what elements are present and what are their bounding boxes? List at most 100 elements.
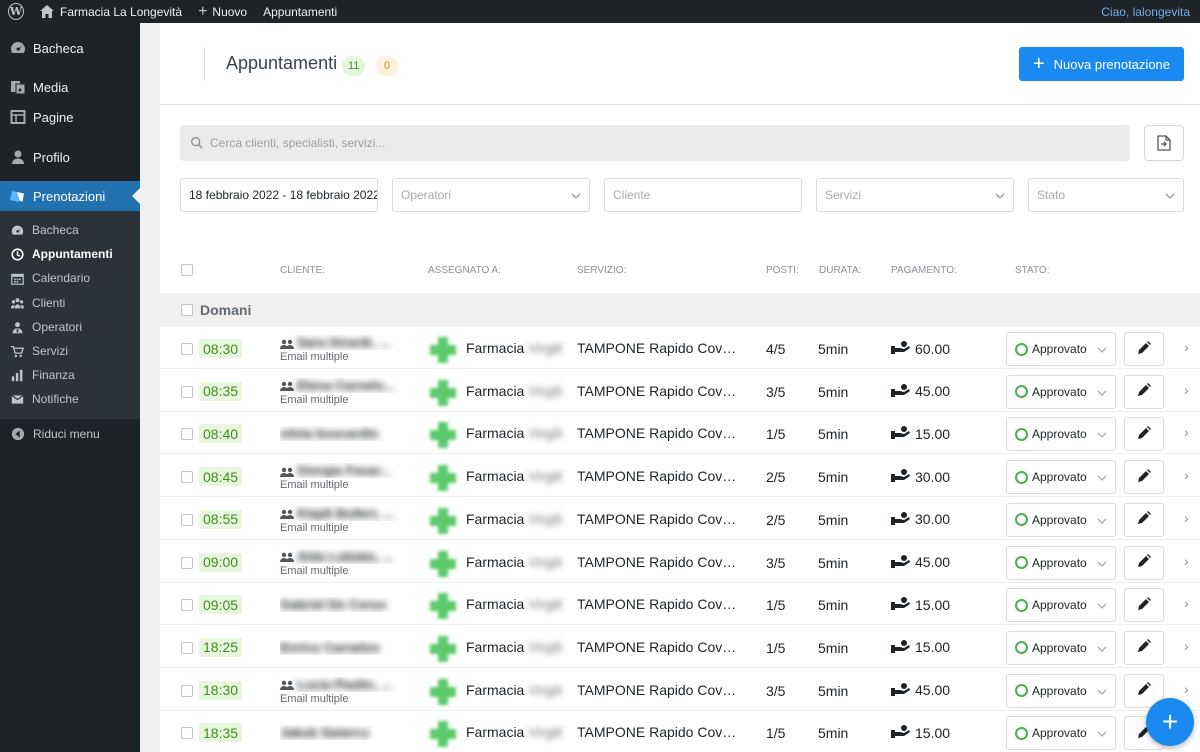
status-dropdown[interactable]: Approvato [1006, 332, 1116, 366]
row-checkbox[interactable] [181, 641, 193, 654]
table-row[interactable]: 18:30 Lucia Paolin, ... Email multiple Farm… [160, 668, 1200, 711]
chevron-right-icon[interactable]: › [1184, 595, 1189, 611]
status-dropdown[interactable]: Approvato [1006, 716, 1116, 751]
table-row[interactable]: 09:00 Aida Lubiato, ... Email multiple Farm… [160, 540, 1200, 583]
column-service: SERVIZIO: [577, 265, 627, 276]
column-client: CLIENTE: [280, 265, 326, 276]
collapse-arrow-icon [10, 426, 26, 442]
client-email: Email multiple [280, 351, 349, 363]
select-all-checkbox[interactable] [181, 264, 193, 276]
status-filter[interactable]: Stato [1028, 178, 1184, 212]
client-filter[interactable]: Cliente [604, 178, 802, 212]
edit-button[interactable] [1124, 502, 1164, 537]
client-name[interactable]: Gabriel De Corso [280, 597, 405, 612]
services-filter[interactable]: Servizi [816, 178, 1014, 212]
date-group-header: Domani [160, 293, 1200, 327]
client-name[interactable]: Aida Lubiato, ... [280, 549, 405, 564]
table-row[interactable]: 08:40 silvia boscardin Farmacia Virgili TAM… [160, 412, 1200, 455]
group-checkbox[interactable] [181, 304, 193, 316]
row-checkbox[interactable] [181, 471, 193, 484]
row-checkbox[interactable] [181, 727, 193, 740]
row-checkbox[interactable] [181, 599, 193, 612]
chevron-right-icon[interactable]: › [1184, 339, 1189, 355]
sidebar-item-dashboard[interactable]: Bacheca [0, 33, 140, 63]
table-row[interactable]: 08:55 Klajdi Bulleri, ... Email multiple Fa… [160, 497, 1200, 540]
sidebar-item-bookings[interactable]: Prenotazioni [0, 181, 140, 211]
edit-button[interactable] [1124, 630, 1164, 665]
status-dropdown[interactable]: Approvato [1006, 460, 1116, 495]
chevron-right-icon[interactable]: › [1184, 467, 1189, 483]
status-dropdown[interactable]: Approvato [1006, 374, 1116, 409]
chevron-right-icon[interactable]: › [1184, 510, 1189, 526]
payment-hand-icon [891, 340, 915, 357]
client-name[interactable]: Jakub Swiercz [280, 725, 405, 740]
table-row[interactable]: 08:45 Giorgia Favar... Email multiple Farma… [160, 455, 1200, 498]
chevron-right-icon[interactable]: › [1184, 681, 1189, 697]
table-row[interactable]: 08:30 Sara Girardi, ... Email multiple Farm… [160, 327, 1200, 369]
chevron-right-icon[interactable]: › [1184, 382, 1189, 398]
submenu-item-dashboard[interactable]: Bacheca [0, 218, 140, 242]
sidebar-item-pages[interactable]: Pagine [0, 102, 140, 132]
client-name[interactable]: Giorgia Favar... [280, 463, 405, 478]
edit-button[interactable] [1124, 374, 1164, 409]
submenu-item-appointments[interactable]: Appuntamenti [0, 242, 140, 266]
submenu-item-calendar[interactable]: Calendario [0, 266, 140, 290]
row-checkbox[interactable] [181, 684, 193, 697]
edit-button[interactable] [1124, 545, 1164, 580]
submenu-item-notifications[interactable]: Notifiche [0, 387, 140, 411]
export-button[interactable] [1144, 125, 1184, 161]
edit-button[interactable] [1124, 588, 1164, 623]
edit-button[interactable] [1124, 417, 1164, 452]
row-checkbox[interactable] [181, 343, 193, 355]
dashboard-icon [10, 40, 26, 56]
row-checkbox[interactable] [181, 385, 193, 398]
chevron-down-icon [1097, 641, 1107, 655]
submenu-item-operators[interactable]: Operatori [0, 315, 140, 339]
appointment-time: 18:30 [199, 680, 243, 700]
date-range-filter[interactable]: 18 febbraio 2022 - 18 febbraio 2022 [180, 178, 378, 212]
submenu-item-clients[interactable]: Clienti [0, 291, 140, 315]
status-dropdown[interactable]: Approvato [1006, 502, 1116, 537]
chevron-down-icon [1097, 598, 1107, 612]
table-row[interactable]: 18:35 Jakub Swiercz Farmacia Virgili TAMPON… [160, 711, 1200, 752]
status-dropdown[interactable]: Approvato [1006, 588, 1116, 623]
table-row[interactable]: 18:25 Enrico Carnelos Farmacia Virgili TAMP… [160, 625, 1200, 668]
row-checkbox[interactable] [181, 513, 193, 526]
submenu-item-finance[interactable]: Finanza [0, 363, 140, 387]
edit-button[interactable] [1124, 332, 1164, 366]
sidebar-item-media[interactable]: Media [0, 72, 140, 102]
client-name[interactable]: Sara Girardi, ... [280, 335, 405, 350]
client-name[interactable]: Elena Carnelo... [280, 378, 405, 393]
chevron-right-icon[interactable]: › [1184, 424, 1189, 440]
collapse-menu-button[interactable]: Riduci menu [0, 421, 140, 447]
chevron-right-icon[interactable]: › [1184, 553, 1189, 569]
table-row[interactable]: 08:35 Elena Carnelo... Email multiple Farma… [160, 369, 1200, 412]
status-dropdown[interactable]: Approvato [1006, 417, 1116, 452]
client-name[interactable]: silvia boscardin [280, 426, 405, 441]
edit-button[interactable] [1124, 460, 1164, 495]
new-content-label: Nuovo [212, 4, 248, 19]
row-checkbox[interactable] [181, 556, 193, 569]
plus-icon: + [198, 2, 208, 20]
submenu-item-services[interactable]: Servizi [0, 339, 140, 363]
client-name[interactable]: Klajdi Bulleri, ... [280, 506, 405, 521]
client-name[interactable]: Enrico Carnelos [280, 640, 405, 655]
wordpress-logo-button[interactable]: W [0, 0, 32, 23]
status-dropdown[interactable]: Approvato [1006, 673, 1116, 708]
search-input[interactable]: Cerca clienti, specialisti, servizi... [180, 125, 1130, 161]
sidebar-item-profile[interactable]: Profilo [0, 142, 140, 172]
new-content-link[interactable]: + Nuovo [190, 0, 255, 23]
client-name[interactable]: Lucia Paolin, ... [280, 677, 405, 692]
account-greeting[interactable]: Ciao, lalongevita [1093, 0, 1200, 23]
chevron-right-icon[interactable]: › [1184, 638, 1189, 654]
status-dropdown[interactable]: Approvato [1006, 630, 1116, 665]
appointments-link[interactable]: Appuntamenti [255, 0, 345, 23]
client-name-text: Aida Lubiato, ... [297, 548, 394, 564]
table-row[interactable]: 09:05 Gabriel De Corso Farmacia Virgili TAM… [160, 583, 1200, 626]
floating-add-button[interactable]: + [1146, 698, 1194, 746]
operators-filter[interactable]: Operatori [392, 178, 590, 212]
status-dropdown[interactable]: Approvato [1006, 545, 1116, 580]
new-booking-button[interactable]: + Nuova prenotazione [1019, 47, 1184, 81]
row-checkbox[interactable] [181, 428, 193, 441]
site-name-link[interactable]: Farmacia La Longevità [32, 0, 190, 23]
